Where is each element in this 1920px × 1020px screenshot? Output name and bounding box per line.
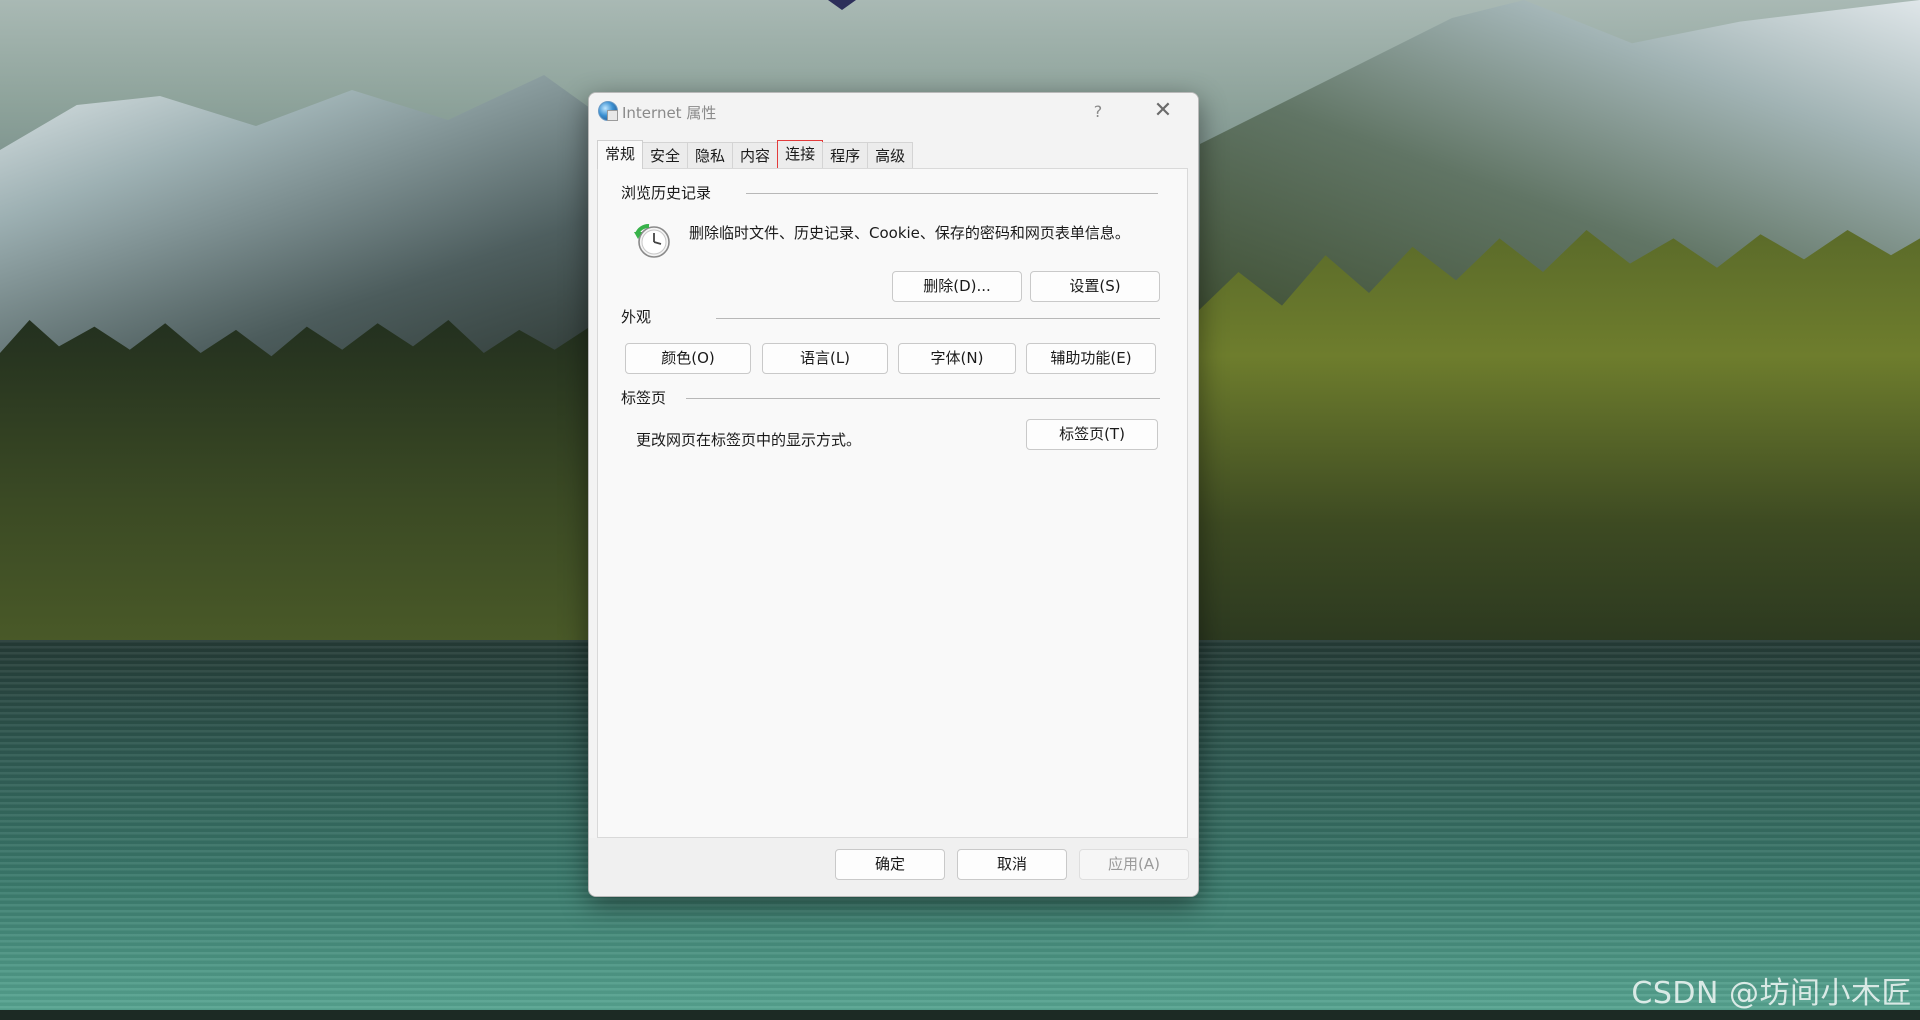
languages-button[interactable]: 语言(L) (762, 343, 888, 374)
tab-content[interactable]: 内容 (732, 142, 779, 168)
history-group-title: 浏览历史记录 (621, 184, 712, 202)
tab-strip: 常规 安全 隐私 内容 连接 程序 高级 (597, 140, 914, 172)
history-settings-button[interactable]: 设置(S) (1030, 271, 1160, 302)
tabs-description: 更改网页在标签页中的显示方式。 (636, 431, 862, 449)
top-edge-icon (828, 0, 856, 10)
general-tab-panel: 浏览历史记录 删除临时文件、历史记录、Cookie、保存的密码和网页表单信息。 … (597, 168, 1188, 838)
history-description: 删除临时文件、历史记录、Cookie、保存的密码和网页表单信息。 (689, 224, 1130, 242)
tab-programs[interactable]: 程序 (822, 142, 869, 168)
wallpaper-mountain-left (0, 75, 640, 360)
tab-general[interactable]: 常规 (597, 140, 644, 169)
wallpaper-forest-left (0, 320, 590, 650)
help-button[interactable]: ? (1083, 97, 1113, 127)
appearance-group-title: 外观 (621, 308, 652, 326)
internet-options-icon (598, 101, 618, 121)
tabs-group-title: 标签页 (621, 389, 667, 407)
titlebar[interactable]: Internet 属性 ? ✕ (589, 93, 1198, 131)
clock-history-icon (634, 224, 670, 258)
tab-advanced[interactable]: 高级 (867, 142, 914, 168)
fonts-button[interactable]: 字体(N) (898, 343, 1016, 374)
tabs-group-divider (686, 398, 1160, 399)
apply-button[interactable]: 应用(A) (1079, 849, 1189, 880)
history-group-divider (746, 193, 1158, 194)
ok-button[interactable]: 确定 (835, 849, 945, 880)
internet-properties-dialog: Internet 属性 ? ✕ 常规 安全 隐私 内容 连接 程序 高级 浏览历… (588, 92, 1199, 897)
close-button[interactable]: ✕ (1148, 97, 1178, 127)
appearance-group-divider (716, 318, 1160, 319)
dialog-title: Internet 属性 (622, 104, 717, 122)
delete-history-button[interactable]: 删除(D)... (892, 271, 1022, 302)
tab-privacy[interactable]: 隐私 (687, 142, 734, 168)
accessibility-button[interactable]: 辅助功能(E) (1026, 343, 1156, 374)
watermark: CSDN @坊间小木匠 (1631, 976, 1912, 1011)
wallpaper-forest-right (1195, 230, 1920, 650)
tab-security[interactable]: 安全 (642, 142, 689, 168)
colors-button[interactable]: 颜色(O) (625, 343, 751, 374)
dialog-footer: 确定 取消 应用(A) (589, 838, 1198, 896)
tabs-settings-button[interactable]: 标签页(T) (1026, 419, 1158, 450)
cancel-button[interactable]: 取消 (957, 849, 1067, 880)
